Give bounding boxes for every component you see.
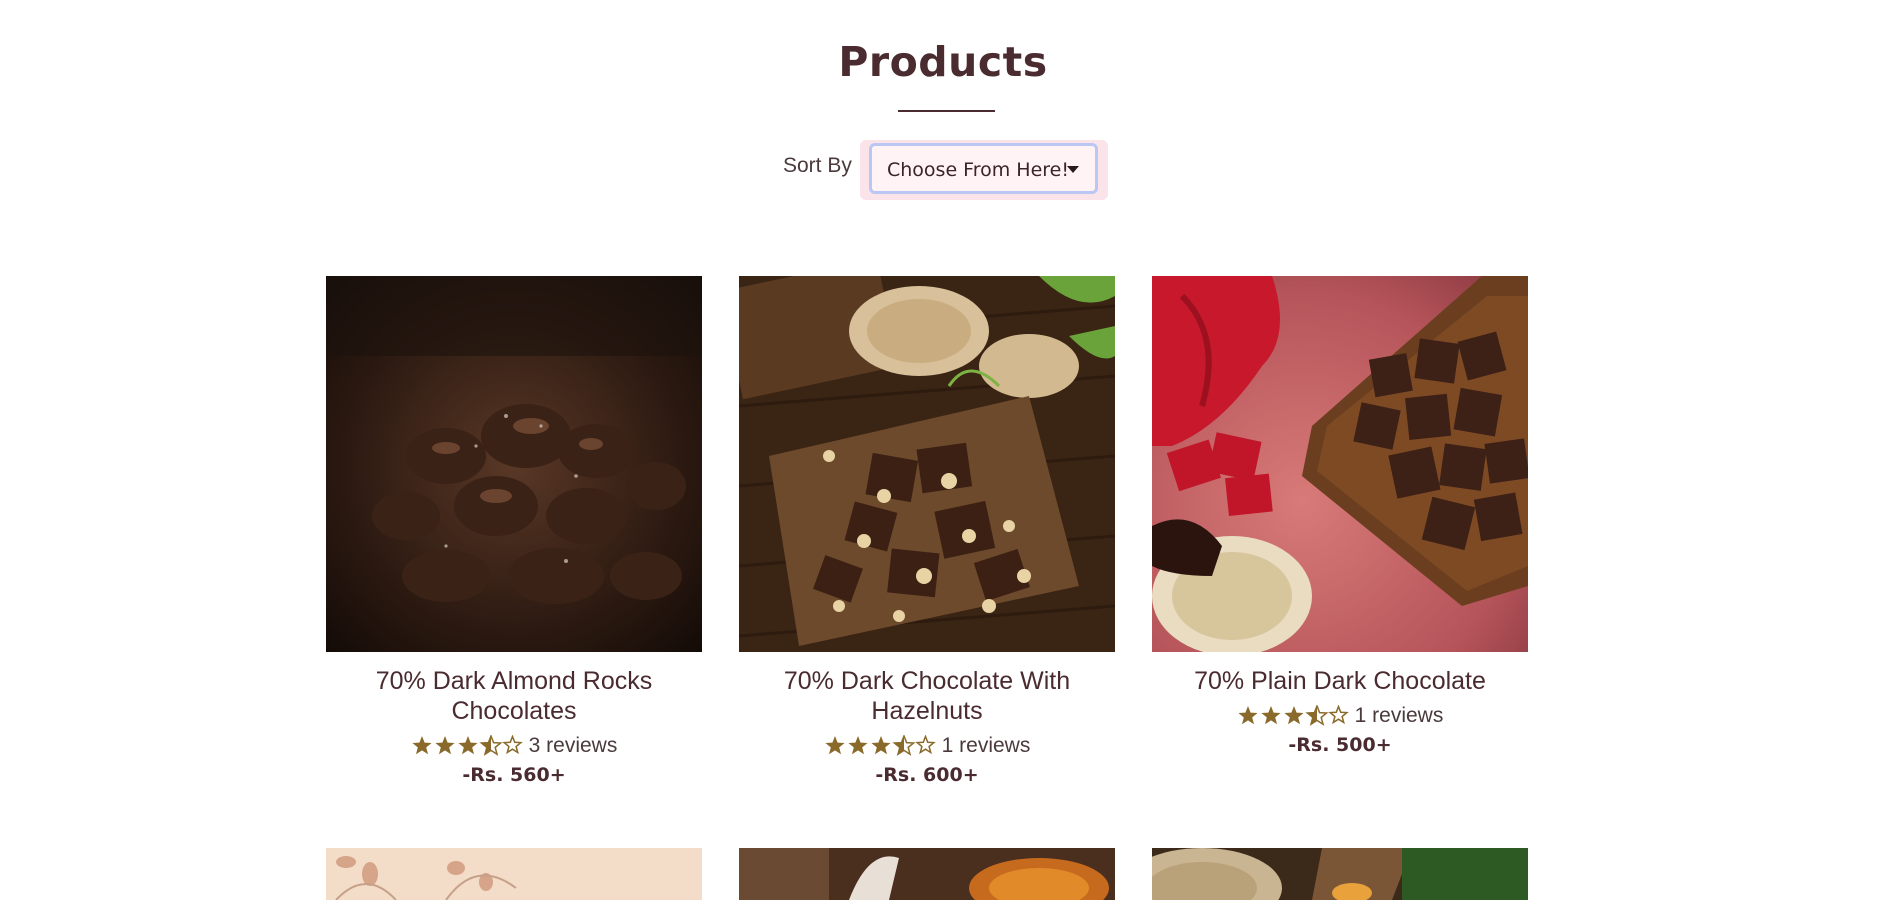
rating-row: 3 reviews [326,734,702,758]
review-count[interactable]: 1 reviews [1355,704,1444,728]
star-rating-icon [412,735,523,756]
product-image-hazelnut-chocolate[interactable] [739,276,1115,652]
product-image-dark-almond-rocks[interactable] [326,276,702,652]
product-image-partial[interactable] [326,848,702,900]
product-name[interactable]: 70% Dark Almond Rocks Chocolates [326,666,702,726]
title-divider [898,110,995,112]
caret-down-icon [1067,166,1079,173]
sort-select-value: Choose From Here! [887,159,1069,181]
products-page: Products Sort By Choose From Here! 70% D… [0,0,1886,900]
product-price: -Rs. 600+ [875,764,979,786]
sort-by-label: Sort By [783,154,852,177]
review-count[interactable]: 3 reviews [529,734,618,758]
star-rating-icon [1238,705,1349,726]
product-card: 70% Dark Chocolate With Hazelnuts 1 revi… [739,276,1115,786]
sort-select[interactable]: Choose From Here! [869,143,1098,194]
product-image-partial[interactable] [739,848,1115,900]
review-count[interactable]: 1 reviews [942,734,1031,758]
product-price: -Rs. 560+ [462,764,566,786]
product-price: -Rs. 500+ [1288,734,1392,756]
page-title: Products [838,38,1048,86]
product-name[interactable]: 70% Dark Chocolate With Hazelnuts [739,666,1115,726]
product-card: 70% Dark Almond Rocks Chocolates 3 revie… [326,276,702,786]
product-image-partial[interactable] [1152,848,1528,900]
product-image-plain-dark-chocolate[interactable] [1152,276,1528,652]
product-name[interactable]: 70% Plain Dark Chocolate [1152,666,1528,696]
rating-row: 1 reviews [1152,704,1528,728]
rating-row: 1 reviews [739,734,1115,758]
star-rating-icon [825,735,936,756]
product-card: 70% Plain Dark Chocolate 1 reviews -Rs. … [1152,276,1528,756]
